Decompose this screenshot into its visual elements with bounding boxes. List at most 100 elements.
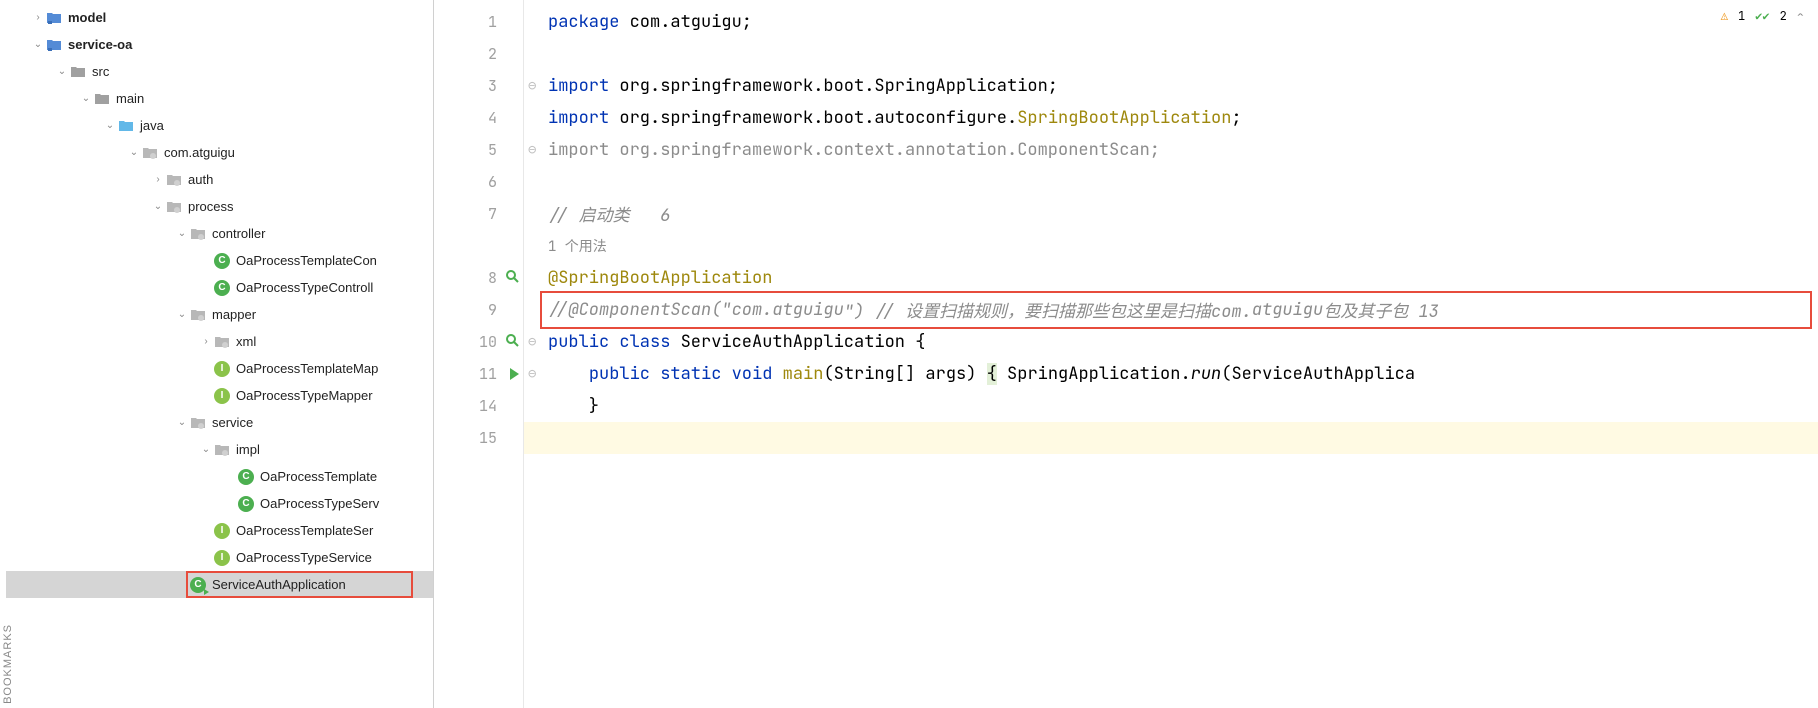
- code-token: main: [783, 363, 824, 385]
- code-token: atguigu: [1252, 299, 1323, 321]
- code-line[interactable]: [524, 38, 1818, 70]
- tree-item-model[interactable]: › model: [6, 4, 433, 31]
- tree-item-label: auth: [188, 172, 213, 187]
- fold-icon[interactable]: ⊖: [528, 77, 536, 95]
- tree-item-process[interactable]: ⌄ process: [6, 193, 433, 220]
- folder-gray-icon: [94, 91, 110, 107]
- code-token: org.springframework.boot.autoconfigure.: [619, 107, 1017, 129]
- fold-icon[interactable]: ⊖: [528, 333, 536, 351]
- code-token: public class: [548, 331, 681, 353]
- code-token: [548, 363, 589, 385]
- tree-item-oaprocesstypecontroll[interactable]: COaProcessTypeControll: [6, 274, 433, 301]
- tree-item-oaprocesstypeservice[interactable]: IOaProcessTypeService: [6, 544, 433, 571]
- code-line[interactable]: [524, 166, 1818, 198]
- code-line[interactable]: }: [524, 390, 1818, 422]
- editor-gutter: 12345678910111415: [434, 0, 524, 708]
- chevron-down-icon[interactable]: ⌄: [174, 415, 190, 431]
- code-token: package: [548, 11, 630, 33]
- code-line[interactable]: ⊖ public static void main(String[] args)…: [524, 358, 1818, 390]
- run-gutter-icon[interactable]: [505, 268, 519, 288]
- code-line[interactable]: @SpringBootApplication: [524, 262, 1818, 294]
- chevron-right-icon[interactable]: ›: [198, 334, 214, 350]
- chevron-down-icon[interactable]: ⌄: [78, 91, 94, 107]
- tree-item-oaprocesstemplatecon[interactable]: COaProcessTemplateCon: [6, 247, 433, 274]
- code-line[interactable]: 1 个用法: [524, 230, 1818, 262]
- tree-item-oaprocesstypemapper[interactable]: IOaProcessTypeMapper: [6, 382, 433, 409]
- code-line[interactable]: package com.atguigu;: [524, 6, 1818, 38]
- code-editor[interactable]: 12345678910111415 ⚠1 ✔✔2 ⌃ package com.a…: [434, 0, 1818, 708]
- tree-item-auth[interactable]: › auth: [6, 166, 433, 193]
- tree-item-main[interactable]: ⌄main: [6, 85, 433, 112]
- code-line[interactable]: ⊖public class ServiceAuthApplication {: [524, 326, 1818, 358]
- folder-blue-icon: [46, 37, 62, 53]
- chevron-down-icon[interactable]: ⌄: [174, 307, 190, 323]
- tree-item-src[interactable]: ⌄src: [6, 58, 433, 85]
- class-i-icon: I: [214, 523, 230, 539]
- class-c-run-icon: C: [190, 577, 206, 593]
- tree-item-controller[interactable]: ⌄controller: [6, 220, 433, 247]
- tree-item-oaprocesstemplatemap[interactable]: IOaProcessTemplateMap: [6, 355, 433, 382]
- fold-icon[interactable]: ⊖: [528, 141, 536, 159]
- tree-item-label: impl: [236, 442, 260, 457]
- tree-item-mapper[interactable]: ⌄mapper: [6, 301, 433, 328]
- chevron-down-icon[interactable]: ⌄: [174, 226, 190, 242]
- gutter-line: 11: [434, 358, 523, 390]
- chevron-down-icon[interactable]: ⌄: [30, 37, 46, 53]
- editor-code-area[interactable]: ⚠1 ✔✔2 ⌃ package com.atguigu;⊖import org…: [524, 0, 1818, 708]
- chevron-down-icon[interactable]: ⌄: [54, 64, 70, 80]
- tree-item-service[interactable]: ⌄ service: [6, 409, 433, 436]
- tree-item-label: com.atguigu: [164, 145, 235, 160]
- code-token: com.atguigu;: [630, 11, 752, 33]
- tree-item-oaprocesstemplateser[interactable]: I OaProcessTemplateSer: [6, 517, 433, 544]
- tree-item-oaprocesstemplate[interactable]: COaProcessTemplate: [6, 463, 433, 490]
- chevron-right-icon[interactable]: ›: [150, 172, 166, 188]
- code-line[interactable]: import org.springframework.boot.autoconf…: [524, 102, 1818, 134]
- tree-item-label: OaProcessTemplateSer: [236, 523, 373, 538]
- pkg-icon: [166, 172, 182, 188]
- code-token: //@ComponentScan("com.: [548, 299, 772, 321]
- chevron-right-icon[interactable]: ›: [30, 10, 46, 26]
- tree-item-serviceauthapplication[interactable]: CServiceAuthApplication: [6, 571, 433, 598]
- pkg-icon: [214, 334, 230, 350]
- gutter-line: [434, 230, 523, 262]
- chevron-down-icon[interactable]: ⌄: [102, 118, 118, 134]
- chevron-down-icon[interactable]: ⌄: [126, 145, 142, 161]
- usages-hint[interactable]: 1 个用法: [548, 236, 607, 256]
- tree-item-com-atguigu[interactable]: ⌄ com.atguigu: [6, 139, 433, 166]
- folder-cyan-icon: [118, 118, 134, 134]
- chevron-down-icon[interactable]: ⌄: [150, 199, 166, 215]
- chevron-down-icon[interactable]: ⌄: [198, 442, 214, 458]
- code-token: import: [548, 75, 619, 97]
- tree-item-xml[interactable]: ›xml: [6, 328, 433, 355]
- pkg-icon: [214, 442, 230, 458]
- tree-item-oaprocesstypeserv[interactable]: COaProcessTypeServ: [6, 490, 433, 517]
- pkg-icon: [190, 307, 206, 323]
- class-i-icon: I: [214, 550, 230, 566]
- tree-item-java[interactable]: ⌄ java: [6, 112, 433, 139]
- bookmarks-tab[interactable]: BOOKMARKS: [0, 620, 16, 708]
- fold-icon[interactable]: ⊖: [528, 365, 536, 383]
- tree-item-label: model: [68, 10, 106, 25]
- code-line[interactable]: ⊖import org.springframework.boot.SpringA…: [524, 70, 1818, 102]
- tree-item-impl[interactable]: ⌄ impl: [6, 436, 433, 463]
- code-line[interactable]: //@ComponentScan("com.atguigu") // 设置扫描规…: [524, 294, 1818, 326]
- pkg-icon: [166, 199, 182, 215]
- class-c-icon: C: [238, 496, 254, 512]
- run-gutter-icon[interactable]: [505, 332, 519, 352]
- code-token: 包及其子包 13: [1323, 297, 1439, 323]
- gutter-line: 6: [434, 166, 523, 198]
- code-line[interactable]: [524, 422, 1818, 454]
- code-line[interactable]: ⊖import org.springframework.context.anno…: [524, 134, 1818, 166]
- gutter-line: 9: [434, 294, 523, 326]
- tree-item-label: service: [212, 415, 253, 430]
- run-icon[interactable]: [510, 368, 519, 380]
- code-line[interactable]: // 启动类 6: [524, 198, 1818, 230]
- project-tree-panel: BOOKMARKS ›model⌄service-oa⌄src⌄main⌄jav…: [0, 0, 434, 708]
- class-c-icon: C: [214, 280, 230, 296]
- tree-item-service-oa[interactable]: ⌄service-oa: [6, 31, 433, 58]
- gutter-line: 2: [434, 38, 523, 70]
- tree-item-label: process: [188, 199, 234, 214]
- tree-item-label: OaProcessTypeMapper: [236, 388, 373, 403]
- tree-item-label: java: [140, 118, 164, 133]
- tree-item-label: OaProcessTemplate: [260, 469, 377, 484]
